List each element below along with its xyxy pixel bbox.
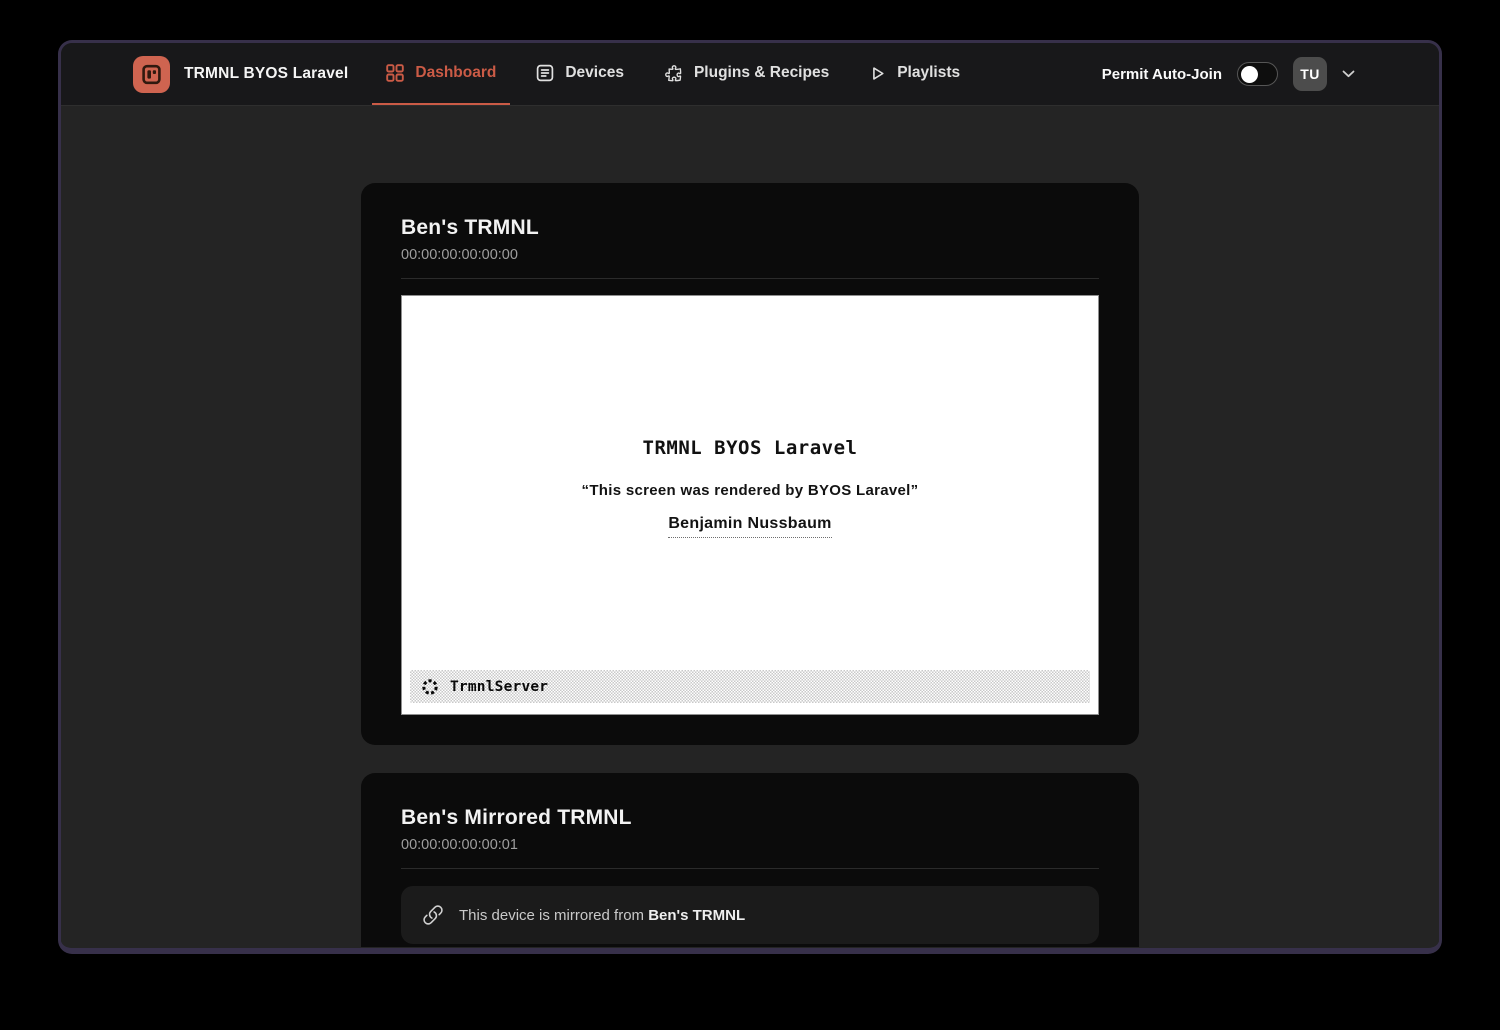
device-card-bens-mirrored-trmnl: Ben's Mirrored TRMNL 00:00:00:00:00:01 T… [361, 773, 1139, 947]
mirror-source-name: Ben's TRMNL [648, 907, 745, 924]
main-content: Ben's TRMNL 00:00:00:00:00:00 TRMNL BYOS… [61, 106, 1439, 947]
puzzle-icon [664, 64, 683, 83]
trmnl-logo-icon [133, 56, 170, 93]
card-divider [401, 868, 1099, 869]
screen-author-row: Benjamin Nussbaum [402, 515, 1098, 538]
grid-icon [386, 64, 404, 82]
device-name: Ben's Mirrored TRMNL [401, 806, 1099, 830]
toggle-knob [1241, 66, 1258, 83]
device-card-bens-trmnl: Ben's TRMNL 00:00:00:00:00:00 TRMNL BYOS… [361, 183, 1139, 745]
tab-label: Plugins & Recipes [694, 64, 829, 82]
device-list-icon [536, 64, 554, 82]
app-window: TRMNL BYOS Laravel Dashboard [58, 40, 1442, 954]
navbar-right: Permit Auto-Join TU [1102, 43, 1355, 105]
screen-status-bar: TrmnlServer [410, 670, 1090, 703]
mirror-notice: This device is mirrored from Ben's TRMNL [401, 886, 1099, 944]
top-navbar: TRMNL BYOS Laravel Dashboard [61, 43, 1439, 106]
chain-link-icon [422, 904, 444, 926]
permit-auto-join-label: Permit Auto-Join [1102, 66, 1222, 83]
device-screen-preview: TRMNL BYOS Laravel “This screen was rend… [401, 295, 1099, 715]
screen-author: Benjamin Nussbaum [668, 515, 831, 538]
nav-tabs: Dashboard Devices [372, 43, 986, 105]
card-divider [401, 278, 1099, 279]
user-avatar[interactable]: TU [1293, 57, 1327, 91]
app-title: TRMNL BYOS Laravel [184, 65, 348, 83]
screen-title: TRMNL BYOS Laravel [402, 437, 1098, 459]
play-icon [869, 65, 886, 82]
tab-label: Dashboard [415, 64, 496, 82]
device-name: Ben's TRMNL [401, 216, 1099, 240]
mirror-notice-text: This device is mirrored from Ben's TRMNL [459, 907, 745, 924]
tab-plugins-recipes[interactable]: Plugins & Recipes [650, 43, 843, 105]
permit-auto-join-toggle[interactable] [1237, 62, 1278, 86]
screen-status-label: TrmnlServer [450, 679, 548, 695]
tab-label: Playlists [897, 64, 960, 82]
segmented-spinner-icon [421, 678, 439, 696]
tab-label: Devices [565, 64, 624, 82]
tab-dashboard[interactable]: Dashboard [372, 43, 510, 105]
screen-quote: “This screen was rendered by BYOS Larave… [402, 482, 1098, 499]
tab-devices[interactable]: Devices [522, 43, 638, 105]
brand: TRMNL BYOS Laravel [133, 43, 348, 105]
device-mac-address: 00:00:00:00:00:01 [401, 837, 1099, 853]
tab-playlists[interactable]: Playlists [855, 43, 974, 105]
chevron-down-icon[interactable] [1342, 70, 1355, 78]
device-mac-address: 00:00:00:00:00:00 [401, 247, 1099, 263]
